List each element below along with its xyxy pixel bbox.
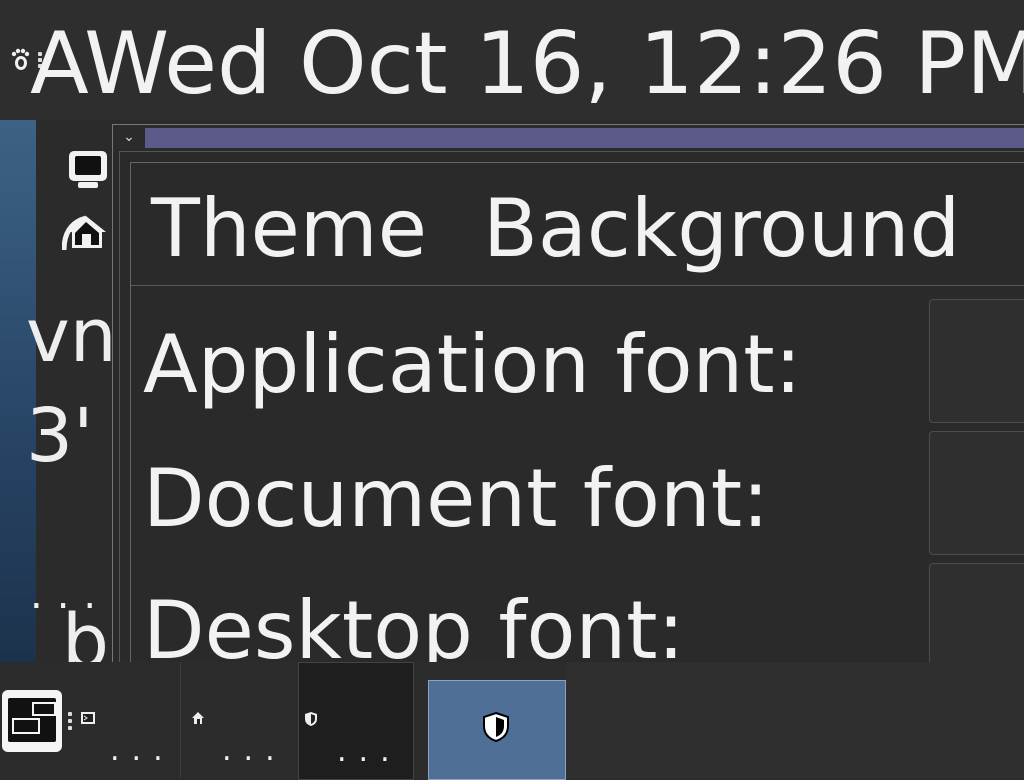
- task-button-active[interactable]: [428, 680, 566, 780]
- task-button-terminal[interactable]: ...: [76, 662, 181, 778]
- task-title-dots: ...: [110, 733, 175, 768]
- home-icon[interactable]: [61, 212, 112, 252]
- desktop: vn 3' ... b: [0, 120, 112, 662]
- task-button-home[interactable]: ...: [180, 662, 299, 778]
- window-menu-button[interactable]: ⌄: [117, 127, 141, 147]
- desktop-label-line2: 3': [26, 393, 94, 479]
- tab-background[interactable]: Background: [483, 179, 960, 279]
- desktop-font-button[interactable]: [929, 563, 1024, 663]
- window-titlebar[interactable]: ⌄: [113, 125, 1024, 149]
- task-title-dots: ...: [337, 734, 402, 769]
- tab-bar: Theme Background: [131, 163, 1024, 286]
- document-font-label: Document font:: [143, 452, 770, 545]
- application-font-button[interactable]: [929, 299, 1024, 423]
- taskbar: ... ... ...: [0, 662, 1024, 780]
- document-font-button[interactable]: [929, 431, 1024, 555]
- desktop-label-line3: b: [62, 599, 109, 662]
- task-button-security[interactable]: ...: [298, 662, 414, 780]
- tab-theme[interactable]: Theme: [151, 179, 427, 279]
- home-icon: [190, 710, 208, 728]
- taskbar-drag-handle[interactable]: [68, 712, 72, 730]
- terminal-icon: [80, 710, 98, 728]
- top-panel: AWed Oct 16, 12:26 PM: [0, 0, 1024, 120]
- computer-icon[interactable]: [66, 148, 110, 192]
- appearance-window: ⌄ Theme Background Application font: Doc…: [112, 124, 1024, 663]
- shield-icon: [481, 711, 511, 743]
- show-desktop-button[interactable]: [2, 690, 62, 752]
- window-content: Theme Background Application font: Docum…: [119, 151, 1024, 663]
- task-title-dots: ...: [222, 733, 287, 768]
- window-shape-small: [32, 702, 56, 716]
- shield-icon: [303, 711, 321, 729]
- application-font-label: Application font:: [143, 318, 802, 411]
- desktop-font-label: Desktop font:: [143, 584, 685, 663]
- clock[interactable]: AWed Oct 16, 12:26 PM: [30, 14, 1024, 114]
- task-button-empty-2[interactable]: [716, 662, 871, 778]
- tab-frame: Theme Background Application font: Docum…: [130, 162, 1024, 663]
- window-shape-large: [12, 718, 40, 734]
- window-title-bar-accent[interactable]: [145, 128, 1024, 148]
- task-button-empty-3[interactable]: [870, 662, 1024, 778]
- desktop-label-line1: vn: [26, 293, 112, 379]
- task-button-empty-1[interactable]: [566, 662, 717, 778]
